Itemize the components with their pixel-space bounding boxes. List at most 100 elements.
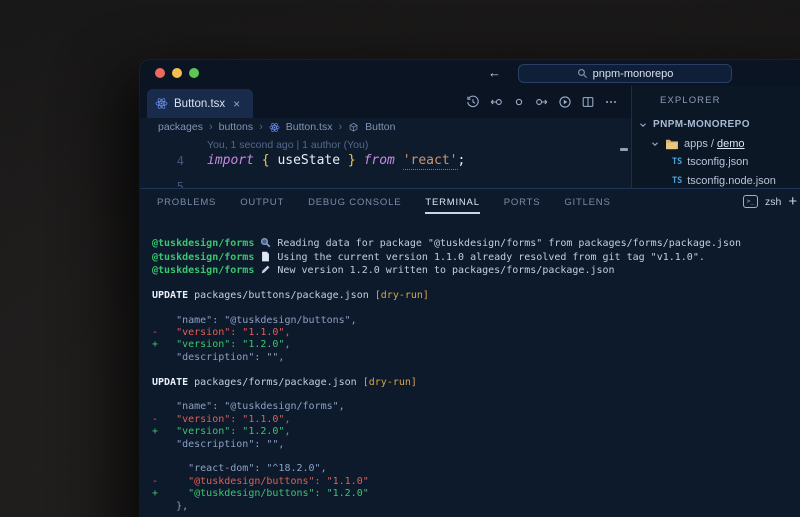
circle-icon[interactable] bbox=[512, 95, 526, 109]
terminal-line: UPDATE packages/forms/package.json [dry-… bbox=[152, 377, 741, 389]
search-value: pnpm-monorepo bbox=[593, 68, 674, 80]
next-change-icon[interactable] bbox=[535, 95, 549, 109]
terminal-text-segment: + "@tuskdesign/buttons": "1.2.0" bbox=[152, 488, 369, 499]
close-window-button[interactable] bbox=[155, 68, 165, 78]
git-blame-annotation: You, 1 second ago | 1 author (You) bbox=[207, 139, 368, 151]
explorer-item-tsconfig-json[interactable]: TS tsconfig.json bbox=[672, 156, 748, 168]
explorer-header: EXPLORER bbox=[660, 95, 721, 106]
previous-change-icon[interactable] bbox=[489, 95, 503, 109]
code-token: ; bbox=[458, 153, 466, 168]
explorer-sidebar: EXPLORER PNPM-MONOREPO apps / demo TS ts… bbox=[632, 86, 800, 188]
terminal-text-segment: "react-dom": "^18.2.0", bbox=[152, 463, 327, 474]
react-icon bbox=[269, 122, 280, 133]
code-token: from bbox=[364, 153, 395, 168]
bottom-panel: PROBLEMS OUTPUT DEBUG CONSOLE TERMINAL P… bbox=[140, 188, 800, 517]
terminal-text-segment: "name": "@tuskdesign/buttons", bbox=[152, 315, 357, 326]
terminal-text-segment: "description": "", bbox=[152, 352, 284, 363]
terminal-text-segment: [dry-run] bbox=[363, 377, 417, 388]
terminal-line: UPDATE packages/buttons/package.json [dr… bbox=[152, 290, 741, 302]
split-editor-icon[interactable] bbox=[581, 95, 595, 109]
terminal-line: + "version": "1.2.0", bbox=[152, 339, 741, 351]
terminal-line bbox=[152, 451, 741, 463]
new-terminal-button[interactable]: + bbox=[788, 195, 797, 208]
code-token: useState bbox=[270, 153, 348, 168]
desktop: { "titlebar": { "back": "←", "forward": … bbox=[0, 0, 800, 517]
explorer-item-apps-demo[interactable]: apps / demo bbox=[650, 138, 745, 150]
folder-label-demo: demo bbox=[717, 138, 745, 150]
terminal-text-segment: + "version": "1.2.0", bbox=[152, 426, 290, 437]
file-label: tsconfig.json bbox=[687, 156, 748, 168]
folder-path-prefix: apps / bbox=[684, 138, 717, 150]
pencil-icon bbox=[260, 264, 271, 275]
terminal-line: "description": "", bbox=[152, 439, 741, 451]
terminal-line: - "@tuskdesign/buttons": "1.1.0" bbox=[152, 476, 741, 488]
terminal-text-segment: "name": "@tuskdesign/forms", bbox=[152, 401, 345, 412]
search-icon bbox=[577, 68, 588, 79]
terminal-line: @tuskdesign/forms Reading data for packa… bbox=[152, 237, 741, 251]
code-token: { bbox=[262, 153, 270, 168]
panel-tab-ports[interactable]: PORTS bbox=[504, 197, 541, 208]
chevron-down-icon bbox=[638, 120, 648, 130]
typescript-icon: TS bbox=[672, 176, 682, 186]
title-bar: ← → pnpm-monorepo bbox=[140, 60, 800, 86]
history-icon[interactable] bbox=[466, 95, 480, 109]
explorer-root-pnpm-monorepo[interactable]: PNPM-MONOREPO bbox=[638, 119, 750, 130]
terminal-text-segment: }, bbox=[152, 501, 188, 512]
minimize-window-button[interactable] bbox=[172, 68, 182, 78]
terminal-line: }, bbox=[152, 501, 741, 513]
explorer-item-tsconfig-node-json[interactable]: TS tsconfig.node.json bbox=[672, 175, 776, 187]
more-actions-icon[interactable] bbox=[604, 95, 618, 109]
panel-tab-terminal[interactable]: TERMINAL bbox=[425, 197, 479, 208]
close-tab-icon[interactable]: × bbox=[233, 97, 240, 111]
terminal-text-segment: - "@tuskdesign/buttons": "1.1.0" bbox=[152, 476, 369, 487]
shell-label[interactable]: zsh bbox=[765, 196, 781, 208]
editor-area[interactable]: packages › buttons › Button.tsx › Button… bbox=[140, 118, 631, 188]
panel-tab-debug-console[interactable]: DEBUG CONSOLE bbox=[308, 197, 401, 208]
typescript-icon: TS bbox=[672, 157, 682, 167]
terminal-line: + "version": "1.2.0", bbox=[152, 426, 741, 438]
terminal-text-segment: - "version": "1.1.0", bbox=[152, 414, 290, 425]
panel-tab-problems[interactable]: PROBLEMS bbox=[157, 197, 216, 208]
vscode-window: ← → pnpm-monorepo Button.tsx × bbox=[140, 60, 800, 517]
code-line: import { useState } from 'react'; bbox=[207, 151, 465, 171]
terminal-text-segment: UPDATE bbox=[152, 377, 188, 388]
chevron-down-icon bbox=[650, 139, 660, 149]
line-number: 5 bbox=[162, 180, 184, 188]
chevron-right-icon: › bbox=[338, 121, 342, 133]
breadcrumb-item-packages[interactable]: packages bbox=[158, 121, 203, 133]
terminal-text-segment: New version 1.2.0 written to packages/fo… bbox=[271, 265, 614, 276]
folder-icon bbox=[665, 138, 679, 150]
terminal-line bbox=[152, 389, 741, 401]
code-token-string: 'react' bbox=[403, 153, 458, 170]
chevron-right-icon: › bbox=[259, 121, 263, 133]
terminal-content[interactable]: @tuskdesign/forms Reading data for packa… bbox=[152, 237, 741, 513]
panel-tab-output[interactable]: OUTPUT bbox=[240, 197, 284, 208]
run-icon[interactable] bbox=[558, 95, 572, 109]
terminal-line: - "version": "1.1.0", bbox=[152, 414, 741, 426]
terminal-line: "description": "", bbox=[152, 352, 741, 364]
breadcrumb-item-button-tsx[interactable]: Button.tsx bbox=[286, 121, 333, 133]
line-number: 4 bbox=[162, 154, 184, 168]
command-center-search[interactable]: pnpm-monorepo bbox=[518, 64, 732, 83]
terminal-text-segment: [dry-run] bbox=[375, 290, 429, 301]
tab-button-tsx[interactable]: Button.tsx × bbox=[147, 89, 253, 118]
panel-tab-bar: PROBLEMS OUTPUT DEBUG CONSOLE TERMINAL P… bbox=[157, 197, 611, 208]
zoom-window-button[interactable] bbox=[189, 68, 199, 78]
terminal-line bbox=[152, 302, 741, 314]
back-arrow-icon[interactable]: ← bbox=[488, 64, 501, 82]
terminal-line: - "version": "1.1.0", bbox=[152, 327, 741, 339]
code-token bbox=[356, 153, 364, 168]
window-controls bbox=[155, 68, 199, 78]
breadcrumb-item-button-symbol[interactable]: Button bbox=[365, 121, 395, 133]
terminal-text-segment: Reading data for package "@tuskdesign/fo… bbox=[271, 238, 741, 249]
panel-tab-gitlens[interactable]: GITLENS bbox=[564, 197, 610, 208]
terminal-line: "react-dom": "^18.2.0", bbox=[152, 463, 741, 475]
terminal-icon: >_ bbox=[743, 195, 758, 208]
terminal-text-segment: @tuskdesign/forms bbox=[152, 238, 254, 249]
code-token: } bbox=[348, 153, 356, 168]
terminal-text-segment: @tuskdesign/forms bbox=[152, 265, 254, 276]
document-icon bbox=[260, 251, 271, 262]
terminal-text-segment: UPDATE bbox=[152, 290, 188, 301]
terminal-text-segment: @tuskdesign/forms bbox=[152, 252, 254, 263]
breadcrumb-item-buttons[interactable]: buttons bbox=[219, 121, 253, 133]
